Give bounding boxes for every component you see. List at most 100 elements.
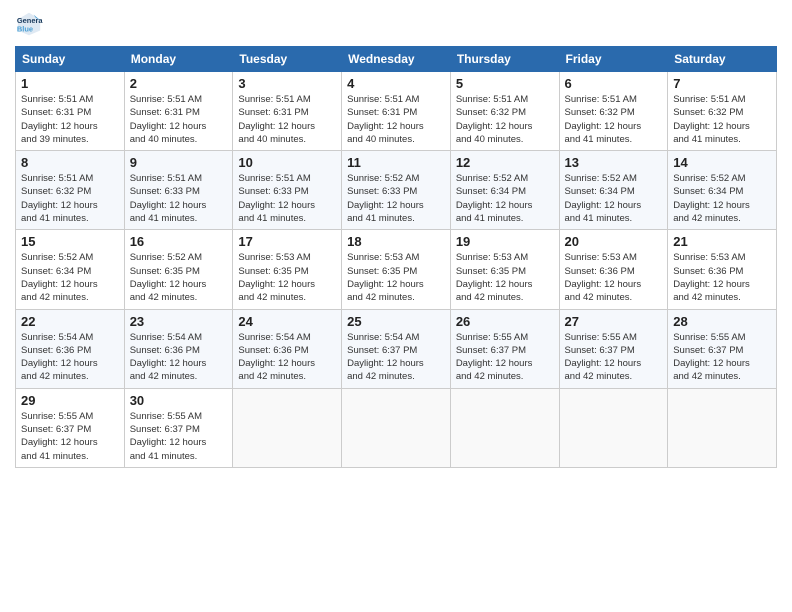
day-info: Sunrise: 5:53 AMSunset: 6:36 PMDaylight:…	[565, 252, 642, 303]
calendar-day-4: 4Sunrise: 5:51 AMSunset: 6:31 PMDaylight…	[342, 72, 451, 151]
day-info: Sunrise: 5:51 AMSunset: 6:32 PMDaylight:…	[456, 94, 533, 145]
day-number: 10	[238, 155, 336, 170]
day-number: 21	[673, 234, 771, 249]
day-number: 24	[238, 314, 336, 329]
day-info: Sunrise: 5:53 AMSunset: 6:36 PMDaylight:…	[673, 252, 750, 303]
day-info: Sunrise: 5:51 AMSunset: 6:31 PMDaylight:…	[130, 94, 207, 145]
day-info: Sunrise: 5:52 AMSunset: 6:34 PMDaylight:…	[456, 173, 533, 224]
day-number: 30	[130, 393, 228, 408]
day-number: 15	[21, 234, 119, 249]
calendar-day-empty	[342, 388, 451, 467]
calendar-day-28: 28Sunrise: 5:55 AMSunset: 6:37 PMDayligh…	[668, 309, 777, 388]
calendar-day-empty	[450, 388, 559, 467]
day-number: 14	[673, 155, 771, 170]
header: General Blue	[15, 10, 777, 38]
calendar-day-21: 21 Sunrise: 5:53 AMSunset: 6:36 PMDayligh…	[668, 230, 777, 309]
day-info: Sunrise: 5:52 AMSunset: 6:34 PMDaylight:…	[21, 252, 98, 303]
calendar-day-7: 7 Sunrise: 5:51 AMSunset: 6:32 PMDaylight…	[668, 72, 777, 151]
day-info: Sunrise: 5:53 AMSunset: 6:35 PMDaylight:…	[456, 252, 533, 303]
logo-icon: General Blue	[15, 10, 43, 38]
calendar-day-16: 16 Sunrise: 5:52 AMSunset: 6:35 PMDayligh…	[124, 230, 233, 309]
calendar-day-14: 14Sunrise: 5:52 AMSunset: 6:34 PMDayligh…	[668, 151, 777, 230]
day-number: 7	[673, 76, 771, 91]
calendar-header-row: SundayMondayTuesdayWednesdayThursdayFrid…	[16, 47, 777, 72]
weekday-header-saturday: Saturday	[668, 47, 777, 72]
day-number: 26	[456, 314, 554, 329]
weekday-header-friday: Friday	[559, 47, 668, 72]
calendar-day-empty	[668, 388, 777, 467]
day-info: Sunrise: 5:51 AMSunset: 6:31 PMDaylight:…	[238, 94, 315, 145]
calendar-day-10: 10Sunrise: 5:51 AMSunset: 6:33 PMDayligh…	[233, 151, 342, 230]
calendar-day-empty	[233, 388, 342, 467]
day-info: Sunrise: 5:53 AMSunset: 6:35 PMDaylight:…	[238, 252, 315, 303]
day-number: 5	[456, 76, 554, 91]
day-number: 2	[130, 76, 228, 91]
day-info: Sunrise: 5:52 AMSunset: 6:35 PMDaylight:…	[130, 252, 207, 303]
calendar-day-25: 25 Sunrise: 5:54 AMSunset: 6:37 PMDayligh…	[342, 309, 451, 388]
day-number: 25	[347, 314, 445, 329]
svg-text:Blue: Blue	[17, 24, 33, 33]
calendar-day-5: 5 Sunrise: 5:51 AMSunset: 6:32 PMDaylight…	[450, 72, 559, 151]
day-info: Sunrise: 5:51 AMSunset: 6:31 PMDaylight:…	[21, 94, 98, 145]
calendar-day-8: 8 Sunrise: 5:51 AMSunset: 6:32 PMDaylight…	[16, 151, 125, 230]
logo: General Blue	[15, 10, 47, 38]
day-number: 1	[21, 76, 119, 91]
calendar-day-29: 29Sunrise: 5:55 AMSunset: 6:37 PMDayligh…	[16, 388, 125, 467]
calendar-day-23: 23 Sunrise: 5:54 AMSunset: 6:36 PMDayligh…	[124, 309, 233, 388]
calendar-day-20: 20 Sunrise: 5:53 AMSunset: 6:36 PMDayligh…	[559, 230, 668, 309]
weekday-header-tuesday: Tuesday	[233, 47, 342, 72]
calendar-table: SundayMondayTuesdayWednesdayThursdayFrid…	[15, 46, 777, 468]
day-info: Sunrise: 5:51 AMSunset: 6:33 PMDaylight:…	[130, 173, 207, 224]
calendar-day-26: 26 Sunrise: 5:55 AMSunset: 6:37 PMDayligh…	[450, 309, 559, 388]
calendar-row: 15 Sunrise: 5:52 AMSunset: 6:34 PMDayligh…	[16, 230, 777, 309]
day-info: Sunrise: 5:55 AMSunset: 6:37 PMDaylight:…	[456, 332, 533, 383]
day-info: Sunrise: 5:54 AMSunset: 6:36 PMDaylight:…	[238, 332, 315, 383]
day-number: 18	[347, 234, 445, 249]
calendar-day-3: 3 Sunrise: 5:51 AMSunset: 6:31 PMDaylight…	[233, 72, 342, 151]
day-number: 19	[456, 234, 554, 249]
calendar-row: 1 Sunrise: 5:51 AMSunset: 6:31 PMDaylight…	[16, 72, 777, 151]
calendar-day-22: 22Sunrise: 5:54 AMSunset: 6:36 PMDayligh…	[16, 309, 125, 388]
calendar-day-9: 9 Sunrise: 5:51 AMSunset: 6:33 PMDaylight…	[124, 151, 233, 230]
calendar-day-19: 19 Sunrise: 5:53 AMSunset: 6:35 PMDayligh…	[450, 230, 559, 309]
day-info: Sunrise: 5:51 AMSunset: 6:32 PMDaylight:…	[565, 94, 642, 145]
day-number: 8	[21, 155, 119, 170]
day-number: 13	[565, 155, 663, 170]
day-info: Sunrise: 5:53 AMSunset: 6:35 PMDaylight:…	[347, 252, 424, 303]
calendar-row: 29Sunrise: 5:55 AMSunset: 6:37 PMDayligh…	[16, 388, 777, 467]
day-number: 20	[565, 234, 663, 249]
day-info: Sunrise: 5:51 AMSunset: 6:32 PMDaylight:…	[21, 173, 98, 224]
calendar-day-12: 12 Sunrise: 5:52 AMSunset: 6:34 PMDayligh…	[450, 151, 559, 230]
day-number: 23	[130, 314, 228, 329]
day-number: 17	[238, 234, 336, 249]
day-number: 22	[21, 314, 119, 329]
weekday-header-monday: Monday	[124, 47, 233, 72]
day-number: 12	[456, 155, 554, 170]
day-info: Sunrise: 5:54 AMSunset: 6:37 PMDaylight:…	[347, 332, 424, 383]
day-info: Sunrise: 5:51 AMSunset: 6:32 PMDaylight:…	[673, 94, 750, 145]
weekday-header-sunday: Sunday	[16, 47, 125, 72]
day-info: Sunrise: 5:54 AMSunset: 6:36 PMDaylight:…	[130, 332, 207, 383]
calendar-day-30: 30Sunrise: 5:55 AMSunset: 6:37 PMDayligh…	[124, 388, 233, 467]
day-number: 29	[21, 393, 119, 408]
calendar-day-18: 18 Sunrise: 5:53 AMSunset: 6:35 PMDayligh…	[342, 230, 451, 309]
day-number: 27	[565, 314, 663, 329]
day-number: 6	[565, 76, 663, 91]
calendar-day-24: 24 Sunrise: 5:54 AMSunset: 6:36 PMDayligh…	[233, 309, 342, 388]
day-number: 3	[238, 76, 336, 91]
day-info: Sunrise: 5:55 AMSunset: 6:37 PMDaylight:…	[565, 332, 642, 383]
calendar-day-6: 6 Sunrise: 5:51 AMSunset: 6:32 PMDaylight…	[559, 72, 668, 151]
calendar-row: 8 Sunrise: 5:51 AMSunset: 6:32 PMDaylight…	[16, 151, 777, 230]
weekday-header-wednesday: Wednesday	[342, 47, 451, 72]
page-container: General Blue SundayMondayTuesdayWednesda…	[0, 0, 792, 478]
calendar-day-2: 2 Sunrise: 5:51 AMSunset: 6:31 PMDaylight…	[124, 72, 233, 151]
calendar-day-empty	[559, 388, 668, 467]
day-number: 16	[130, 234, 228, 249]
calendar-row: 22 Sunrise: 5:54 AMSunset: 6:36 PMDayligh…	[16, 309, 777, 388]
weekday-header-thursday: Thursday	[450, 47, 559, 72]
day-number: 9	[130, 155, 228, 170]
calendar-day-15: 15 Sunrise: 5:52 AMSunset: 6:34 PMDayligh…	[16, 230, 125, 309]
day-info: Sunrise: 5:51 AMSunset: 6:31 PMDaylight:…	[347, 94, 424, 145]
day-info: Sunrise: 5:52 AMSunset: 6:33 PMDaylight:…	[347, 173, 424, 224]
calendar-day-17: 17 Sunrise: 5:53 AMSunset: 6:35 PMDayligh…	[233, 230, 342, 309]
